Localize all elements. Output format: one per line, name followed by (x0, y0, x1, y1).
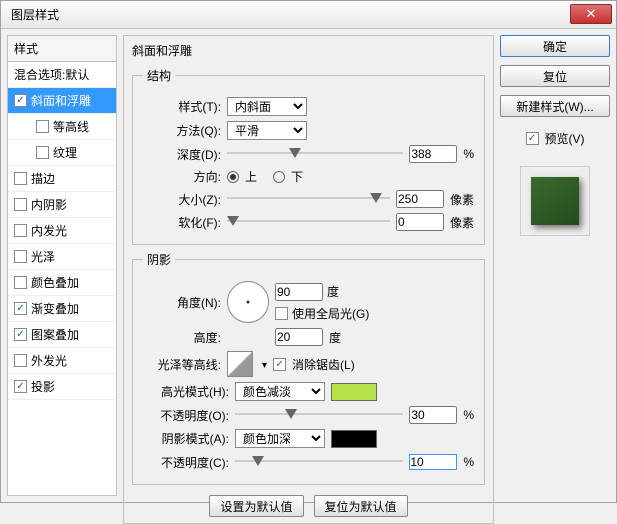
style-label: 渐变叠加 (31, 300, 79, 317)
gloss-contour-dropdown[interactable] (259, 357, 267, 371)
highlight-mode-select[interactable]: 颜色减淡 (235, 382, 325, 401)
angle-dial[interactable] (227, 281, 269, 323)
style-checkbox[interactable] (14, 302, 27, 315)
style-select[interactable]: 内斜面 (227, 97, 307, 116)
styles-list: 样式 混合选项:默认 斜面和浮雕等高线纹理描边内阴影内发光光泽颜色叠加渐变叠加图… (7, 35, 117, 496)
style-item-0[interactable]: 斜面和浮雕 (8, 88, 116, 114)
style-label: 斜面和浮雕 (31, 92, 91, 109)
size-input[interactable] (396, 190, 444, 208)
cancel-button[interactable]: 复位 (500, 65, 610, 87)
shadow-opacity-input[interactable] (409, 454, 457, 470)
shadow-opacity-slider[interactable] (235, 453, 403, 471)
style-label: 光泽 (31, 248, 55, 265)
style-label: 图案叠加 (31, 326, 79, 343)
style-checkbox[interactable] (14, 250, 27, 263)
shadow-mode-select[interactable]: 颜色加深 (235, 429, 325, 448)
style-item-3[interactable]: 描边 (8, 166, 116, 192)
soften-input[interactable] (396, 213, 444, 231)
depth-input[interactable] (409, 145, 457, 163)
style-checkbox[interactable] (14, 198, 27, 211)
preview-checkbox[interactable] (526, 132, 539, 145)
soften-slider[interactable] (227, 213, 390, 231)
direction-down-radio[interactable] (273, 171, 285, 183)
highlight-opacity-input[interactable] (409, 406, 457, 424)
close-button[interactable]: ✕ (570, 4, 612, 24)
style-label: 颜色叠加 (31, 274, 79, 291)
style-checkbox[interactable] (14, 354, 27, 367)
style-item-8[interactable]: 渐变叠加 (8, 296, 116, 322)
style-label: 等高线 (53, 118, 89, 135)
style-checkbox[interactable] (36, 146, 49, 159)
preview-thumbnail (520, 166, 590, 236)
style-checkbox[interactable] (36, 120, 49, 133)
depth-slider[interactable] (227, 145, 403, 163)
style-label: 内发光 (31, 222, 67, 239)
style-item-5[interactable]: 内发光 (8, 218, 116, 244)
styles-header: 样式 (8, 36, 116, 62)
structure-group: 结构 样式(T): 内斜面 方法(Q): 平滑 深度(D): % (132, 67, 485, 245)
style-checkbox[interactable] (14, 94, 27, 107)
style-label: 外发光 (31, 352, 67, 369)
method-select[interactable]: 平滑 (227, 121, 307, 140)
style-item-6[interactable]: 光泽 (8, 244, 116, 270)
highlight-opacity-slider[interactable] (235, 406, 403, 424)
style-item-9[interactable]: 图案叠加 (8, 322, 116, 348)
angle-input[interactable] (275, 283, 323, 301)
style-checkbox[interactable] (14, 380, 27, 393)
style-checkbox[interactable] (14, 172, 27, 185)
style-item-7[interactable]: 颜色叠加 (8, 270, 116, 296)
style-item-4[interactable]: 内阴影 (8, 192, 116, 218)
altitude-input[interactable] (275, 328, 323, 346)
new-style-button[interactable]: 新建样式(W)... (500, 95, 610, 117)
style-label: 纹理 (53, 144, 77, 161)
dialog-buttons: 确定 复位 新建样式(W)... 预览(V) (500, 35, 610, 496)
antialias-checkbox[interactable] (273, 358, 286, 371)
style-label: 投影 (31, 378, 55, 395)
reset-default-button[interactable]: 复位为默认值 (314, 495, 408, 517)
gloss-contour-picker[interactable] (227, 351, 253, 377)
style-checkbox[interactable] (14, 224, 27, 237)
style-checkbox[interactable] (14, 328, 27, 341)
shadow-color-swatch[interactable] (331, 430, 377, 448)
panel-title: 斜面和浮雕 (132, 42, 485, 59)
global-light-checkbox[interactable] (275, 307, 288, 320)
style-item-11[interactable]: 投影 (8, 374, 116, 400)
make-default-button[interactable]: 设置为默认值 (209, 495, 303, 517)
size-slider[interactable] (227, 190, 390, 208)
blend-options-item[interactable]: 混合选项:默认 (8, 62, 116, 88)
style-item-1[interactable]: 等高线 (8, 114, 116, 140)
layer-style-dialog: 图层样式 ✕ 样式 混合选项:默认 斜面和浮雕等高线纹理描边内阴影内发光光泽颜色… (0, 0, 617, 503)
direction-up-radio[interactable] (227, 171, 239, 183)
titlebar[interactable]: 图层样式 ✕ (1, 1, 616, 29)
shading-group: 阴影 角度(N): 度 使用全局光(G) (132, 251, 485, 485)
style-label: 内阴影 (31, 196, 67, 213)
settings-panel: 斜面和浮雕 结构 样式(T): 内斜面 方法(Q): 平滑 深度(D): (123, 35, 494, 496)
style-checkbox[interactable] (14, 276, 27, 289)
style-label: 描边 (31, 170, 55, 187)
highlight-color-swatch[interactable] (331, 383, 377, 401)
window-title: 图层样式 (5, 6, 59, 23)
ok-button[interactable]: 确定 (500, 35, 610, 57)
style-item-10[interactable]: 外发光 (8, 348, 116, 374)
preview-image (531, 177, 579, 225)
style-item-2[interactable]: 纹理 (8, 140, 116, 166)
